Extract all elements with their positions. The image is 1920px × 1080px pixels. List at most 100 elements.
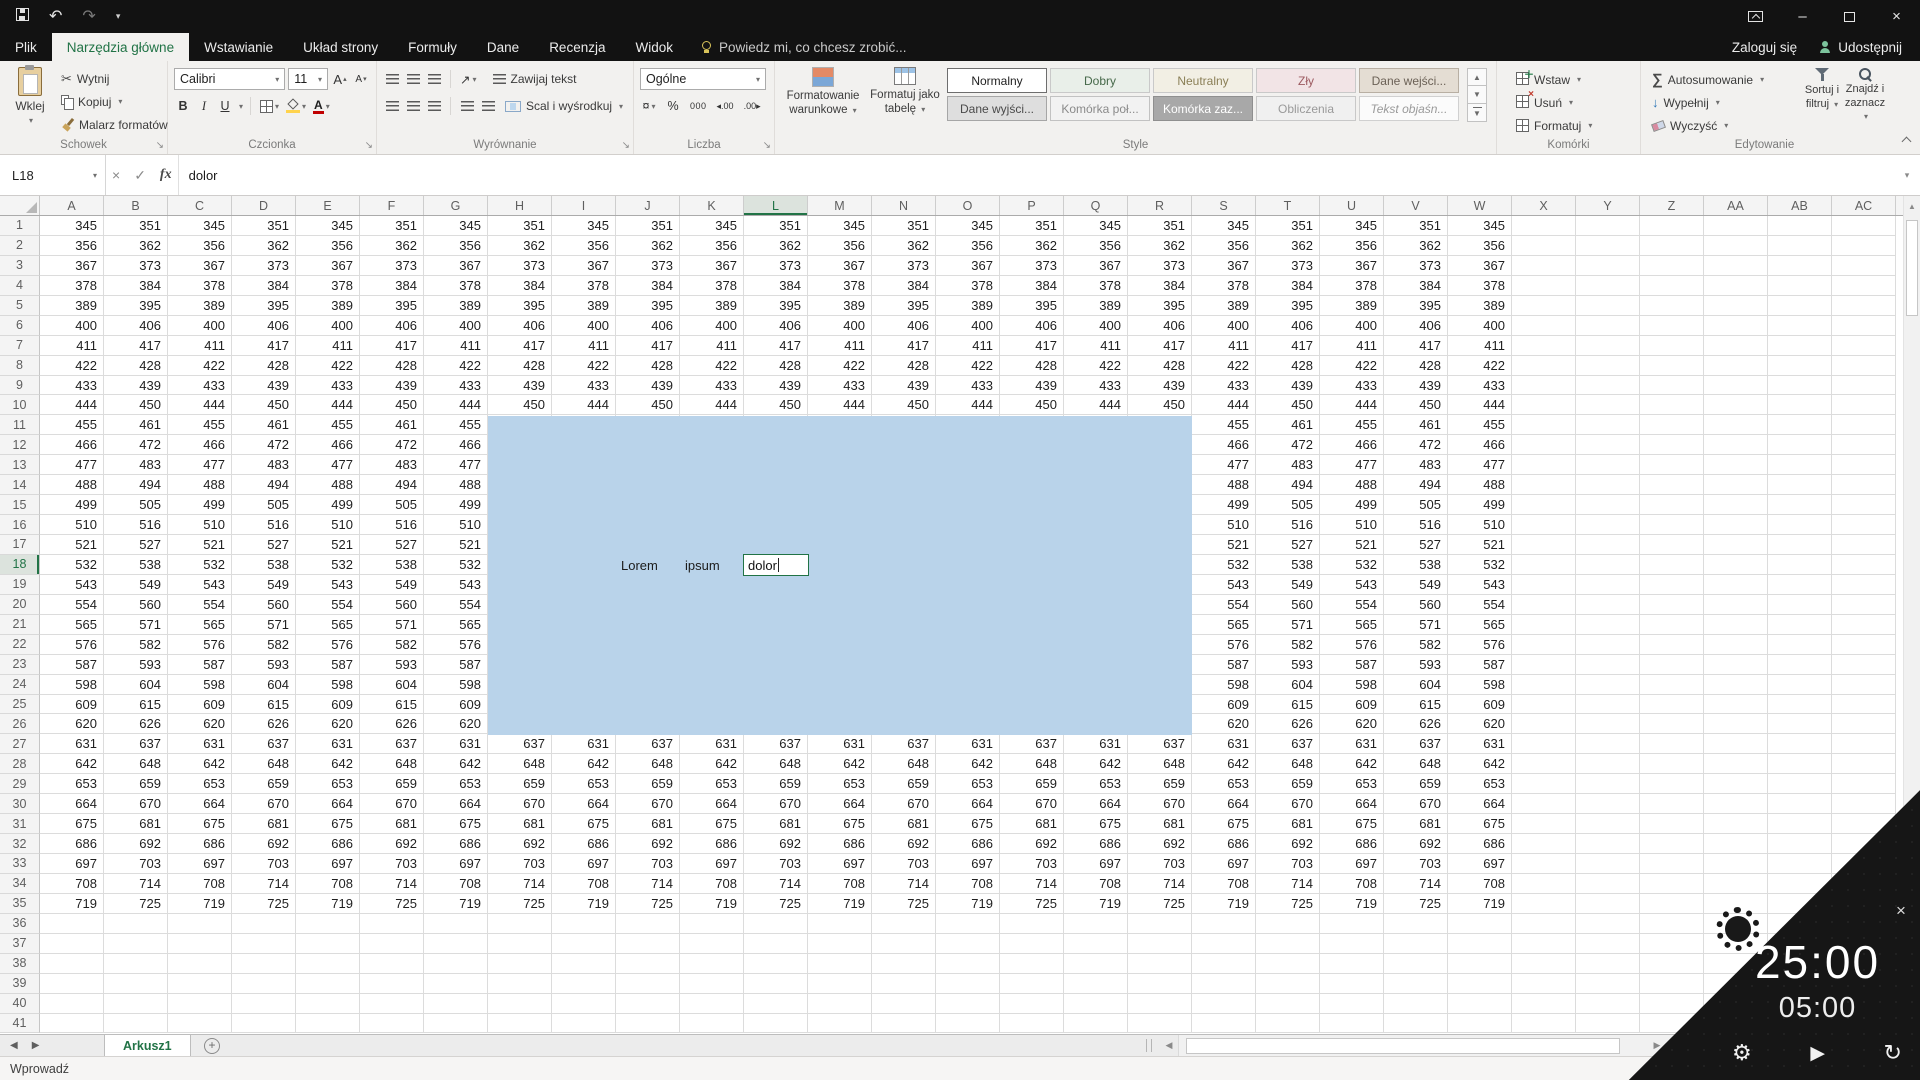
decrease-font-button[interactable]: A▾ — [352, 69, 370, 89]
cell-U23[interactable]: 587 — [1320, 655, 1384, 675]
cell-P41[interactable] — [1000, 1014, 1064, 1034]
cell-K9[interactable]: 433 — [680, 376, 744, 396]
cell-AA21[interactable] — [1704, 615, 1768, 635]
cell-Q7[interactable]: 411 — [1064, 336, 1128, 356]
cell-A17[interactable]: 521 — [40, 535, 104, 555]
cell-L2[interactable]: 362 — [744, 236, 808, 256]
cell-AA4[interactable] — [1704, 276, 1768, 296]
formula-input[interactable]: dolor — [179, 155, 1894, 195]
cell-M40[interactable] — [808, 994, 872, 1014]
cell-Q41[interactable] — [1064, 1014, 1128, 1034]
cell-L37[interactable] — [744, 934, 808, 954]
cell-V20[interactable]: 560 — [1384, 595, 1448, 615]
row-header-6[interactable]: 6 — [0, 316, 40, 336]
sheet-tab-arkusz1[interactable]: Arkusz1 — [104, 1035, 191, 1056]
row-header-28[interactable]: 28 — [0, 754, 40, 774]
cell-Z20[interactable] — [1640, 595, 1704, 615]
cell-L39[interactable] — [744, 974, 808, 994]
cell-U15[interactable]: 499 — [1320, 495, 1384, 515]
cell-Z5[interactable] — [1640, 296, 1704, 316]
cell-X16[interactable] — [1512, 515, 1576, 535]
cell-N6[interactable]: 406 — [872, 316, 936, 336]
cell-J7[interactable]: 417 — [616, 336, 680, 356]
cell-K27[interactable]: 631 — [680, 734, 744, 754]
cell-N33[interactable]: 703 — [872, 854, 936, 874]
cell-Y18[interactable] — [1576, 555, 1640, 575]
cell-U20[interactable]: 554 — [1320, 595, 1384, 615]
cell-H36[interactable] — [488, 914, 552, 934]
cell-X14[interactable] — [1512, 475, 1576, 495]
cell-W40[interactable] — [1448, 994, 1512, 1014]
cell-M36[interactable] — [808, 914, 872, 934]
cell-E38[interactable] — [296, 954, 360, 974]
cell-L6[interactable]: 406 — [744, 316, 808, 336]
increase-decimal-button[interactable]: ◂.00 — [715, 96, 736, 116]
cell-R9[interactable]: 439 — [1128, 376, 1192, 396]
cell-M28[interactable]: 642 — [808, 754, 872, 774]
cell-AB19[interactable] — [1768, 575, 1832, 595]
cell-U29[interactable]: 653 — [1320, 774, 1384, 794]
cell-P28[interactable]: 648 — [1000, 754, 1064, 774]
cell-B25[interactable]: 615 — [104, 695, 168, 715]
cell-K2[interactable]: 356 — [680, 236, 744, 256]
cell-T35[interactable]: 725 — [1256, 894, 1320, 914]
enter-icon[interactable]: ✓ — [134, 167, 146, 184]
cell-F21[interactable]: 571 — [360, 615, 424, 635]
cell-B35[interactable]: 725 — [104, 894, 168, 914]
cell-B18[interactable]: 538 — [104, 555, 168, 575]
cell-W15[interactable]: 499 — [1448, 495, 1512, 515]
column-header-AA[interactable]: AA — [1704, 196, 1768, 215]
cell-AB2[interactable] — [1768, 236, 1832, 256]
cell-S11[interactable]: 455 — [1192, 415, 1256, 435]
cell-W5[interactable]: 389 — [1448, 296, 1512, 316]
cell-G15[interactable]: 499 — [424, 495, 488, 515]
align-left-button[interactable] — [383, 96, 401, 116]
row-header-24[interactable]: 24 — [0, 675, 40, 695]
cell-S26[interactable]: 620 — [1192, 714, 1256, 734]
cell-R5[interactable]: 395 — [1128, 296, 1192, 316]
cell-J35[interactable]: 725 — [616, 894, 680, 914]
cell-O8[interactable]: 422 — [936, 356, 1000, 376]
cell-X13[interactable] — [1512, 455, 1576, 475]
cell-H2[interactable]: 362 — [488, 236, 552, 256]
cell-V26[interactable]: 626 — [1384, 714, 1448, 734]
cell-T31[interactable]: 681 — [1256, 814, 1320, 834]
cell-F2[interactable]: 362 — [360, 236, 424, 256]
cell-W26[interactable]: 620 — [1448, 714, 1512, 734]
cell-F29[interactable]: 659 — [360, 774, 424, 794]
cell-D30[interactable]: 670 — [232, 794, 296, 814]
italic-button[interactable]: I — [195, 96, 213, 116]
cell-N37[interactable] — [872, 934, 936, 954]
cell-R6[interactable]: 406 — [1128, 316, 1192, 336]
cell-E4[interactable]: 378 — [296, 276, 360, 296]
cell-AA19[interactable] — [1704, 575, 1768, 595]
timer-settings-icon[interactable]: ⚙ — [1732, 1042, 1752, 1064]
column-header-S[interactable]: S — [1192, 196, 1256, 215]
cell-R3[interactable]: 373 — [1128, 256, 1192, 276]
cell-G1[interactable]: 345 — [424, 216, 488, 236]
cell-I32[interactable]: 686 — [552, 834, 616, 854]
cell-V2[interactable]: 362 — [1384, 236, 1448, 256]
cell-T40[interactable] — [1256, 994, 1320, 1014]
accounting-format-button[interactable]: ¤▾ — [640, 96, 658, 116]
cell-V11[interactable]: 461 — [1384, 415, 1448, 435]
cell-G25[interactable]: 609 — [424, 695, 488, 715]
align-bottom-button[interactable] — [425, 69, 443, 89]
cell-O2[interactable]: 356 — [936, 236, 1000, 256]
cell-X19[interactable] — [1512, 575, 1576, 595]
cell-B24[interactable]: 604 — [104, 675, 168, 695]
picture-overlay[interactable] — [488, 416, 1192, 735]
cell-V7[interactable]: 417 — [1384, 336, 1448, 356]
cell-S7[interactable]: 411 — [1192, 336, 1256, 356]
cell-U16[interactable]: 510 — [1320, 515, 1384, 535]
cell-G24[interactable]: 598 — [424, 675, 488, 695]
cell-style-dane-wejści-[interactable]: Dane wejści... — [1359, 68, 1459, 93]
cell-U25[interactable]: 609 — [1320, 695, 1384, 715]
cell-AB25[interactable] — [1768, 695, 1832, 715]
cell-V36[interactable] — [1384, 914, 1448, 934]
cell-K38[interactable] — [680, 954, 744, 974]
cell-D9[interactable]: 439 — [232, 376, 296, 396]
cell-G7[interactable]: 411 — [424, 336, 488, 356]
cell-M2[interactable]: 356 — [808, 236, 872, 256]
cell-style-komórka-zaz-[interactable]: Komórka zaz... — [1153, 96, 1253, 121]
